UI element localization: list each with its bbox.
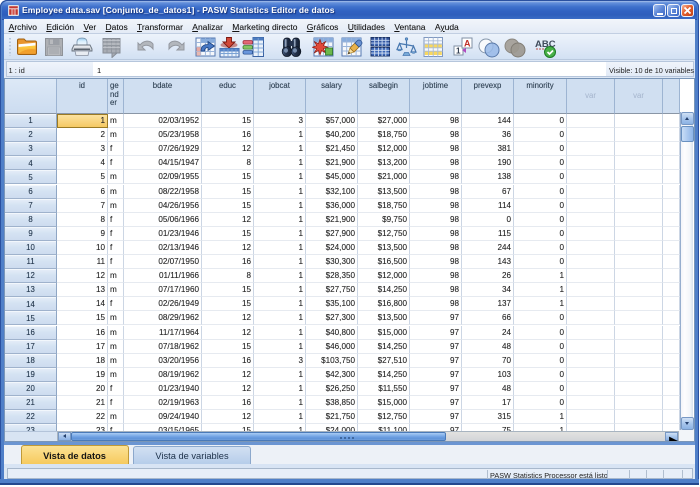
svg-text:A: A bbox=[464, 39, 471, 49]
svg-text:1: 1 bbox=[456, 47, 461, 56]
